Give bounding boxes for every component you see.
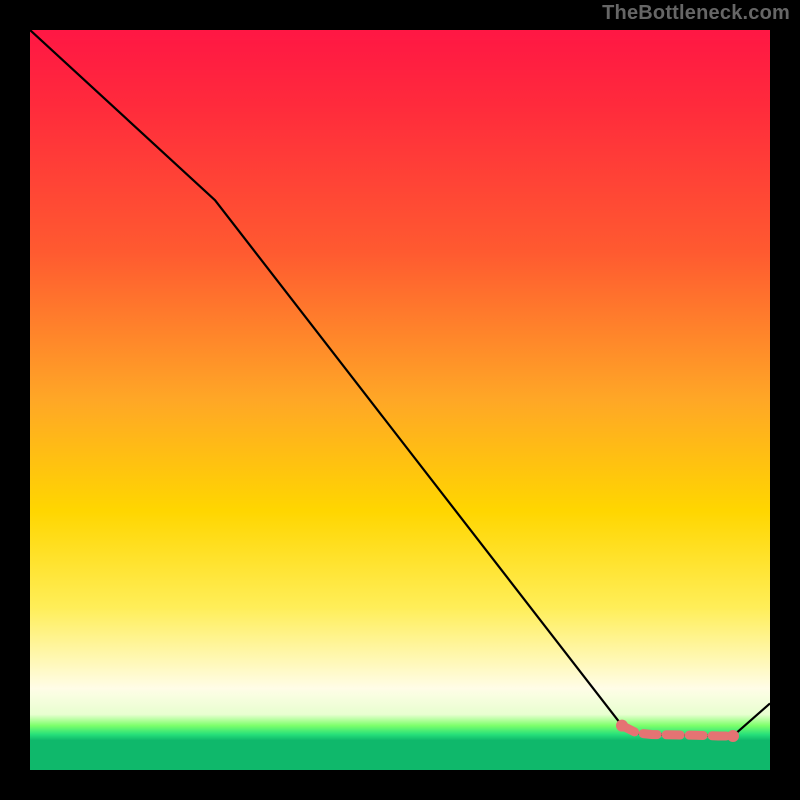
highlight-curve bbox=[622, 726, 733, 736]
watermark-text: TheBottleneck.com bbox=[602, 2, 790, 25]
chart-frame: TheBottleneck.com bbox=[0, 0, 800, 800]
main-curve bbox=[30, 30, 770, 736]
highlight-endpoint bbox=[616, 720, 628, 732]
highlight-endpoint bbox=[727, 730, 739, 742]
chart-overlay bbox=[30, 30, 770, 770]
